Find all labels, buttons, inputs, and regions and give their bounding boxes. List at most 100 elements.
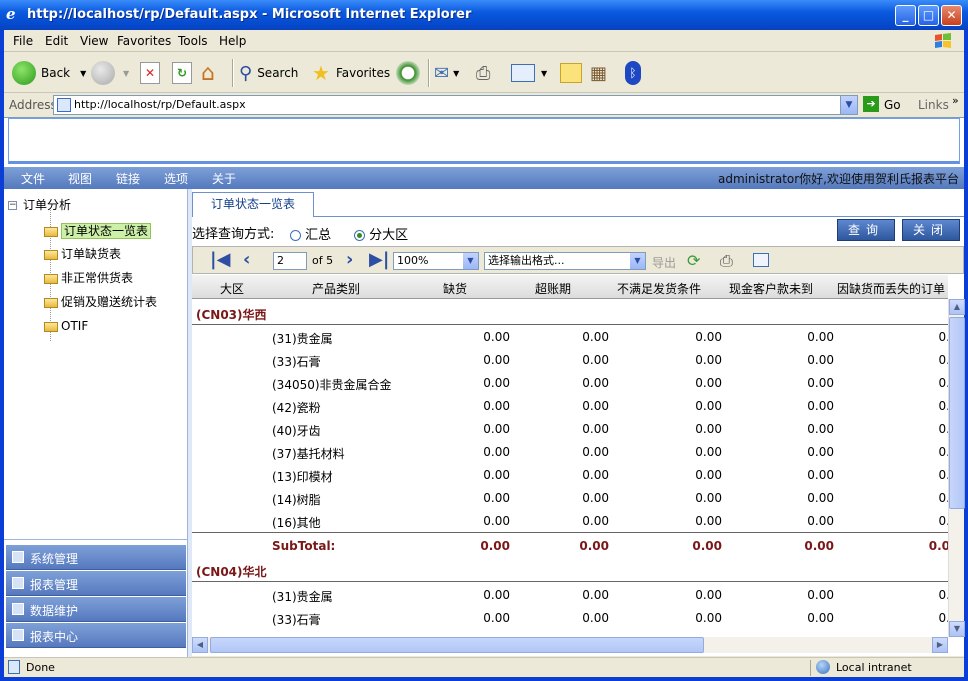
- ie-logo-icon: e: [6, 5, 16, 23]
- tree-root-label: 订单分析: [23, 198, 72, 212]
- menu-favorites[interactable]: Favorites: [117, 34, 171, 48]
- accordion-report-management[interactable]: 报表管理: [6, 571, 186, 596]
- refresh-button[interactable]: ↻: [172, 60, 192, 86]
- menu-file[interactable]: File: [13, 34, 33, 48]
- grid-vertical-scrollbar[interactable]: ▲ ▼: [948, 299, 965, 637]
- menu-help[interactable]: Help: [219, 34, 246, 48]
- nav-file[interactable]: 文件: [21, 170, 45, 187]
- tree-item-otif[interactable]: OTIF: [44, 319, 88, 333]
- go-button[interactable]: Go: [884, 98, 901, 112]
- table-row: (33)石膏 0.00 0.00 0.00 0.00 0.: [272, 611, 948, 627]
- tab-strip: 订单状态一览表: [192, 192, 964, 217]
- chevron-down-icon[interactable]: ▼: [123, 69, 129, 78]
- scroll-down-icon[interactable]: ▼: [949, 621, 965, 637]
- tree-item-abnormal-supply[interactable]: 非正常供货表: [44, 269, 133, 286]
- scroll-right-icon[interactable]: ▶: [932, 637, 948, 653]
- chevron-down-icon[interactable]: ▼: [630, 253, 645, 269]
- address-input[interactable]: http://localhost/rp/Default.aspx ▼: [53, 95, 858, 115]
- scroll-thumb[interactable]: [210, 637, 704, 653]
- accordion-data-maintenance[interactable]: 数据维护: [6, 597, 186, 622]
- research-button[interactable]: ▦: [590, 60, 607, 86]
- table-row: (42)瓷粉 0.00 0.00 0.00 0.00 0.: [272, 399, 948, 415]
- tree-root[interactable]: − 订单分析: [8, 196, 71, 213]
- col-unmet-conditions: 不满足发货条件: [617, 282, 702, 296]
- col-lost-orders: 因缺货而丢失的订单: [837, 282, 946, 296]
- minimize-button[interactable]: _: [895, 5, 916, 26]
- page-number-input[interactable]: 2: [273, 252, 307, 270]
- search-button[interactable]: ⚲ Search: [239, 60, 298, 86]
- radio-by-region[interactable]: 分大区: [354, 224, 408, 243]
- forward-button[interactable]: ▼: [91, 60, 129, 86]
- print-report-icon[interactable]: ⎙: [720, 251, 733, 271]
- refresh-report-icon[interactable]: ⟳: [687, 251, 700, 270]
- home-button[interactable]: ⌂: [201, 60, 215, 86]
- maximize-button[interactable]: □: [918, 5, 939, 26]
- refresh-icon: ↻: [172, 62, 192, 84]
- radio-icon[interactable]: [290, 230, 301, 241]
- close-button[interactable]: ✕: [941, 5, 962, 26]
- nav-options[interactable]: 选项: [164, 170, 188, 187]
- document-map-icon[interactable]: [753, 253, 769, 267]
- scroll-left-icon[interactable]: ◀: [192, 637, 208, 653]
- grid-horizontal-scrollbar[interactable]: ◀ ▶: [192, 637, 948, 653]
- page-done-icon: [8, 660, 20, 674]
- nav-view[interactable]: 视图: [68, 170, 92, 187]
- tab-order-status[interactable]: 订单状态一览表: [192, 192, 314, 217]
- stop-button[interactable]: ✕: [140, 60, 160, 86]
- back-button[interactable]: Back ▼: [12, 60, 86, 86]
- radio-selected-icon[interactable]: [354, 230, 365, 241]
- accordion-report-center[interactable]: 报表中心: [6, 623, 186, 648]
- edit-button[interactable]: ▼: [511, 60, 547, 86]
- discuss-button[interactable]: [560, 60, 582, 86]
- chevron-down-icon[interactable]: ▼: [463, 253, 478, 269]
- mail-icon: ✉: [434, 62, 450, 84]
- last-page-icon[interactable]: ▶|: [369, 251, 389, 269]
- radio-summary[interactable]: 汇总: [290, 224, 331, 243]
- scroll-up-icon[interactable]: ▲: [949, 299, 965, 315]
- menu-edit[interactable]: Edit: [45, 34, 68, 48]
- favorites-button[interactable]: ★ Favorites: [312, 60, 390, 86]
- links-button[interactable]: Links: [918, 98, 949, 112]
- query-button[interactable]: 查询: [837, 219, 895, 241]
- zoom-select[interactable]: 100% ▼: [393, 252, 479, 270]
- bluetooth-button[interactable]: ᛒ: [625, 60, 641, 86]
- report-toolbar: |◀ ‹ 2 of 5 › ▶| 100% ▼ 选择输出格式... ▼ 导出 ⟳…: [192, 246, 964, 274]
- page-icon: [57, 98, 71, 112]
- accordion-system-management[interactable]: 系统管理: [6, 545, 186, 570]
- report-icon: [44, 273, 58, 284]
- chevron-right-icon[interactable]: »: [952, 94, 959, 107]
- print-button[interactable]: ⎙: [476, 60, 490, 86]
- chevron-down-icon[interactable]: ▼: [80, 69, 86, 78]
- scroll-thumb[interactable]: [949, 317, 965, 509]
- tree-item-promotion[interactable]: 促销及赠送统计表: [44, 293, 157, 310]
- first-page-icon[interactable]: |◀: [210, 251, 230, 269]
- nav-about[interactable]: 关于: [212, 170, 236, 187]
- query-mode-label: 选择查询方式:: [192, 227, 275, 242]
- next-page-icon[interactable]: ›: [346, 251, 353, 269]
- history-button[interactable]: [396, 60, 420, 86]
- grid-header: 大区 产品类别 缺货 超账期 不满足发货条件 现金客户款未到 因缺货而丢失的订单: [192, 275, 948, 299]
- table-row: (16)其他 0.00 0.00 0.00 0.00 0.: [272, 514, 948, 530]
- menu-tools[interactable]: Tools: [178, 34, 208, 48]
- chevron-down-icon[interactable]: ▼: [840, 96, 857, 114]
- menu-view[interactable]: View: [80, 34, 108, 48]
- research-icon: ▦: [590, 62, 608, 84]
- go-arrow-icon[interactable]: ➔: [863, 96, 879, 112]
- nav-links[interactable]: 链接: [116, 170, 140, 187]
- top-nav: 文件 视图 链接 选项 关于 administrator你好,欢迎使用贺利氏报表…: [4, 167, 964, 189]
- chevron-down-icon[interactable]: ▼: [541, 69, 547, 78]
- windows-flag-icon: [935, 33, 951, 48]
- star-icon: [12, 629, 24, 641]
- tree-item-order-status[interactable]: 订单状态一览表: [44, 222, 152, 239]
- close-report-button[interactable]: 关闭: [902, 219, 960, 241]
- address-bar: Address http://localhost/rp/Default.aspx…: [4, 94, 964, 116]
- collapse-icon[interactable]: −: [8, 201, 17, 210]
- table-row: (14)树脂 0.00 0.00 0.00 0.00 0.: [272, 491, 948, 507]
- previous-page-icon[interactable]: ‹: [243, 251, 250, 269]
- export-format-select[interactable]: 选择输出格式... ▼: [484, 252, 646, 270]
- mail-button[interactable]: ✉ ▼: [434, 60, 459, 86]
- col-overdue: 超账期: [535, 282, 572, 296]
- tree-item-order-shortage[interactable]: 订单缺货表: [44, 245, 121, 262]
- chevron-down-icon[interactable]: ▼: [453, 69, 459, 78]
- export-button[interactable]: 导出: [652, 254, 676, 271]
